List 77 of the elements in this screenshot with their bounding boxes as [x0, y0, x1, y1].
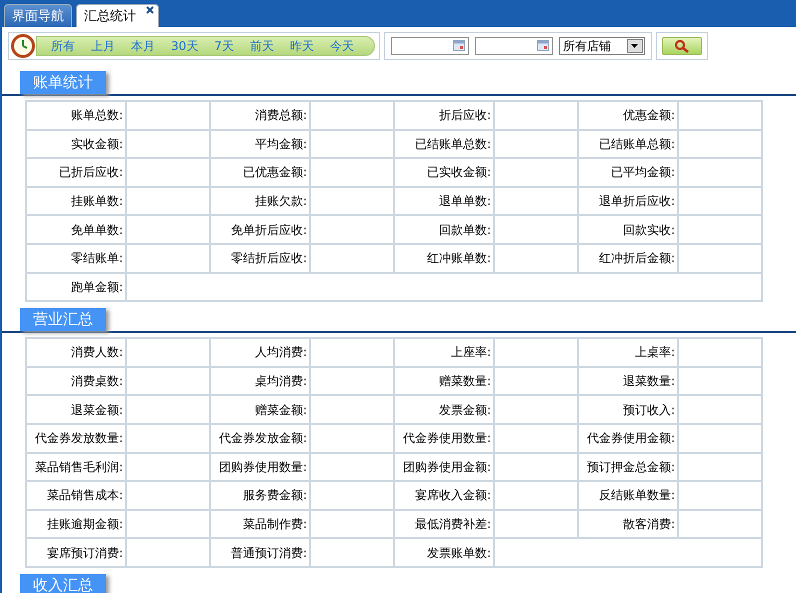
search-icon: [674, 39, 690, 53]
field-label: 菜品销售毛利润:: [26, 452, 126, 482]
search-button[interactable]: [662, 37, 702, 55]
field-label: 发票金额:: [394, 395, 494, 424]
field-label: 菜品销售成本:: [26, 481, 126, 510]
field-label: 已优惠金额:: [210, 158, 310, 187]
field-label: 团购券使用金额:: [394, 452, 494, 482]
field-label: 发票账单数:: [394, 538, 494, 567]
field-label: 消费人数:: [26, 338, 126, 367]
date-field[interactable]: [390, 37, 469, 55]
section-title: 营业汇总: [20, 308, 106, 332]
date-range-link[interactable]: 30天: [163, 37, 206, 55]
date-range-link[interactable]: 前天: [242, 37, 282, 55]
date-range-link[interactable]: 昨天: [282, 37, 322, 55]
date-range-link[interactable]: 今天: [322, 37, 362, 55]
field-label: 已平均金额:: [578, 158, 678, 187]
field-label: 退单折后应收:: [578, 186, 678, 216]
field-label: 团购券使用数量:: [210, 452, 310, 482]
field-label: 菜品制作费:: [210, 510, 310, 538]
section-title: 收入汇总: [20, 574, 106, 593]
date-range-link[interactable]: 7天: [206, 37, 242, 55]
field-label: 红冲折后金额:: [578, 244, 678, 273]
field-label: 已折后应收:: [26, 158, 126, 187]
field-label: 反结账单数量:: [578, 481, 678, 510]
field-label: 零结折后应收:: [210, 244, 310, 273]
store-select[interactable]: 所有店铺: [558, 37, 645, 55]
field-label: 挂账单数:: [26, 186, 126, 216]
field-label: 零结账单:: [26, 244, 126, 273]
field-label: 已结账单总额:: [578, 130, 678, 158]
field-label: 上座率:: [394, 338, 494, 367]
field-label: 宴席收入金额:: [394, 481, 494, 510]
field-label: 最低消费补差:: [394, 510, 494, 538]
field-label: 代金券发放金额:: [210, 424, 310, 453]
field-label: 桌均消费:: [210, 366, 310, 396]
field-label: 退菜数量:: [578, 366, 678, 396]
calendar-icon: [452, 40, 465, 51]
field-label: 代金券使用金额:: [578, 424, 678, 453]
field-label: 挂账逾期金额:: [26, 510, 126, 538]
field-label: 预订收入:: [578, 395, 678, 424]
calendar-icon: [536, 40, 549, 51]
date-field[interactable]: [474, 37, 553, 55]
clock-icon: [10, 33, 36, 59]
field-label: 赠菜数量:: [394, 366, 494, 396]
field-label: 上桌率:: [578, 338, 678, 367]
field-label: 预订押金总金额:: [578, 452, 678, 482]
field-label: 已结账单总数:: [394, 130, 494, 158]
field-label: 折后应收:: [394, 101, 494, 130]
date-range-link[interactable]: 本月: [123, 37, 163, 55]
tab[interactable]: 汇总统计: [76, 4, 159, 27]
section-title: 账单统计: [20, 71, 106, 94]
tab[interactable]: 界面导航: [4, 4, 72, 27]
field-label: 已实收金额:: [394, 158, 494, 187]
field-label: 实收金额:: [26, 130, 126, 158]
field-label: 跑单金额:: [26, 272, 126, 302]
field-label: 赠菜金额:: [210, 395, 310, 424]
field-label: 散客消费:: [578, 510, 678, 538]
field-label: 普通预订消费:: [210, 538, 310, 567]
date-range-link[interactable]: 上月: [83, 37, 123, 55]
field-label: 人均消费:: [210, 338, 310, 367]
field-label: 账单总数:: [26, 101, 126, 130]
field-label: 消费总额:: [210, 101, 310, 130]
field-label: 回款实收:: [578, 215, 678, 244]
field-label: 优惠金额:: [578, 101, 678, 130]
field-label: 退单单数:: [394, 186, 494, 216]
field-label: 平均金额:: [210, 130, 310, 158]
field-label: 服务费金额:: [210, 481, 310, 510]
field-label: 代金券发放数量:: [26, 424, 126, 453]
date-range-link[interactable]: 所有: [43, 37, 83, 55]
field-label: 免单单数:: [26, 215, 126, 244]
field-label: 红冲账单数:: [394, 244, 494, 273]
field-label: 代金券使用数量:: [394, 424, 494, 453]
field-label: 回款单数:: [394, 215, 494, 244]
field-label: 挂账欠款:: [210, 186, 310, 216]
field-label: 宴席预订消费:: [26, 538, 126, 567]
field-label: 免单折后应收:: [210, 215, 310, 244]
field-label: 退菜金额:: [26, 395, 126, 424]
field-label: 消费桌数:: [26, 366, 126, 396]
